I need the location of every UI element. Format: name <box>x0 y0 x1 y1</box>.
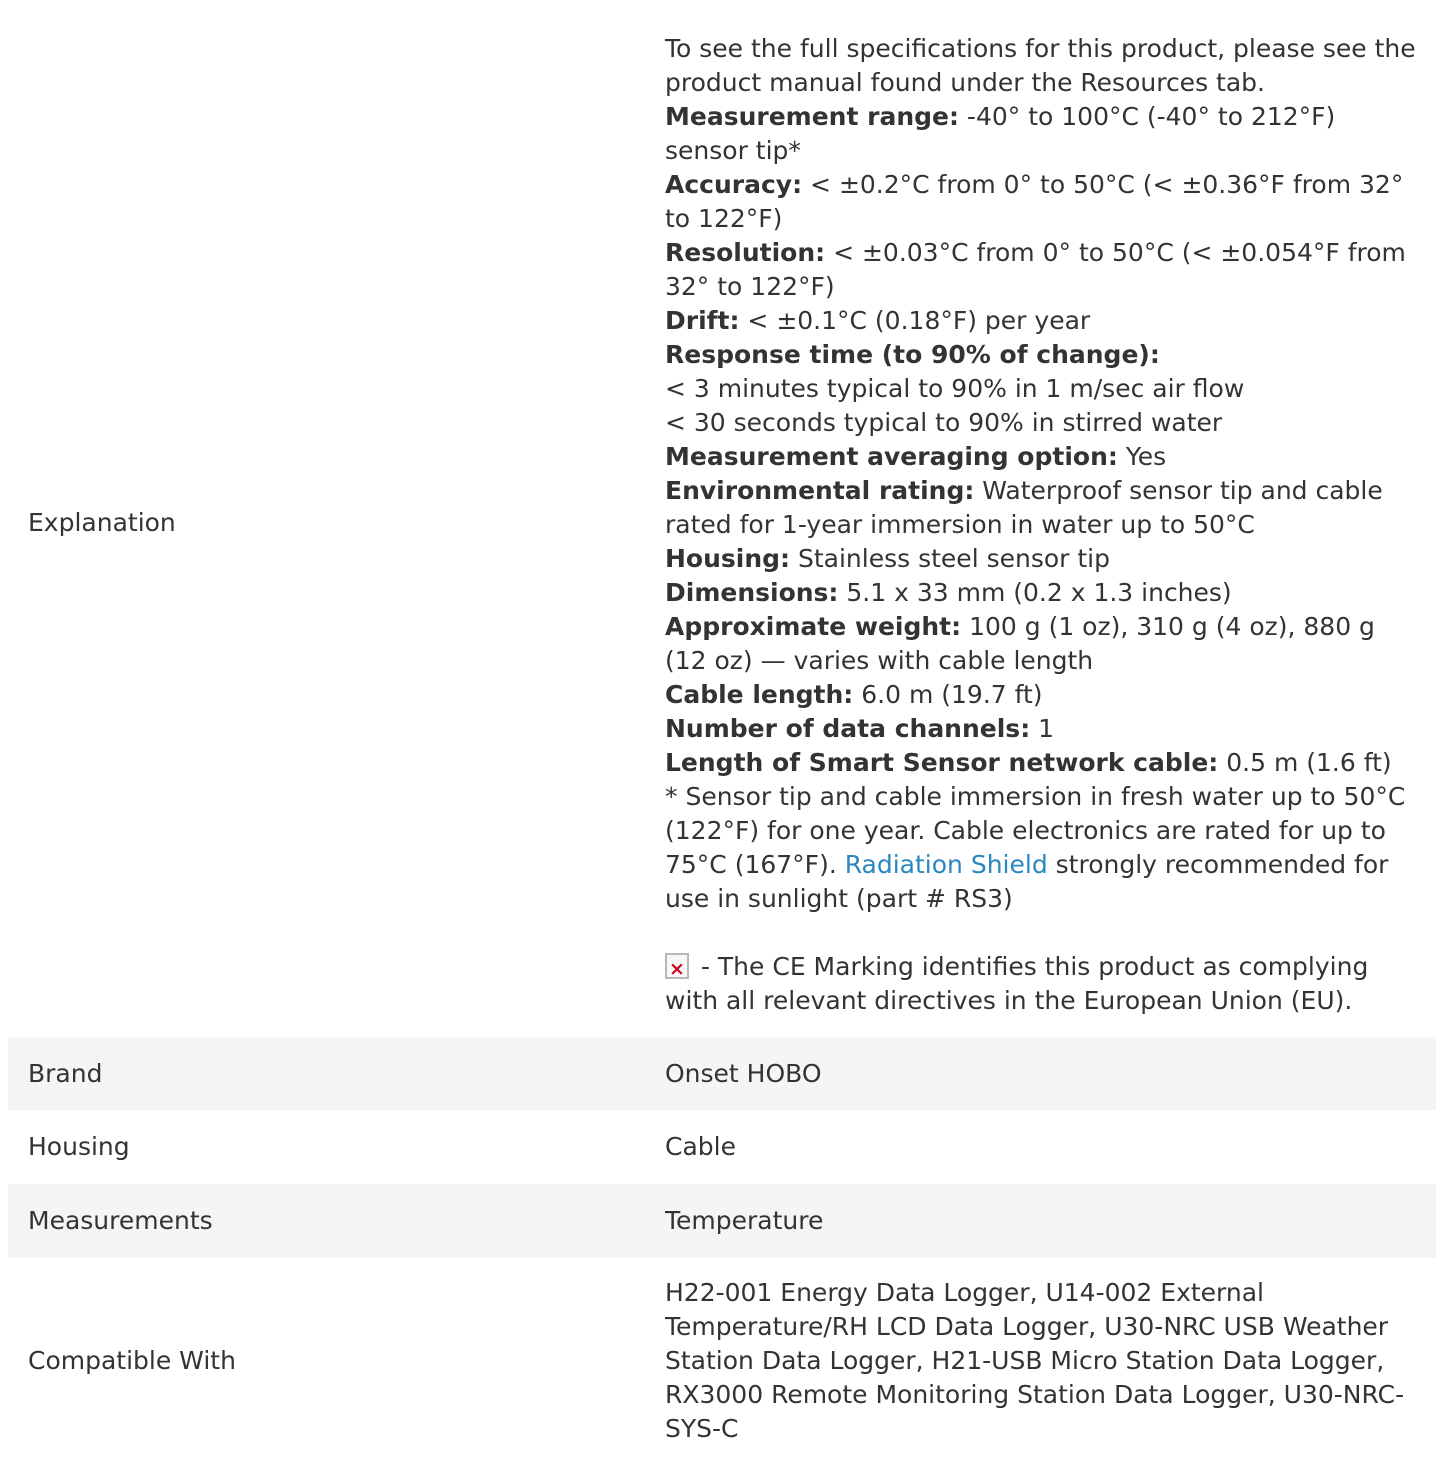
spec-measurement-range: Measurement range: -40° to 100°C (-40° t… <box>665 100 1416 168</box>
row-value: Cable <box>665 1132 736 1161</box>
spec-value: 1 <box>1030 714 1055 743</box>
radiation-shield-link[interactable]: Radiation Shield <box>845 850 1048 879</box>
spec-resolution: Resolution: < ±0.03°C from 0° to 50°C (<… <box>665 236 1416 304</box>
spec-label: Measurement averaging option: <box>665 442 1118 471</box>
spec-label: Accuracy: <box>665 170 803 199</box>
spec-label: Approximate weight: <box>665 612 962 641</box>
row-label: Compatible With <box>28 1346 236 1375</box>
spec-label: Housing: <box>665 544 791 573</box>
spec-housing: Housing: Stainless steel sensor tip <box>665 542 1416 576</box>
explanation-value: To see the full specifications for this … <box>665 8 1436 1037</box>
row-label: Measurements <box>28 1206 213 1235</box>
row-value: Onset HOBO <box>665 1058 822 1088</box>
spec-value: 0.5 m (1.6 ft) <box>1218 748 1392 777</box>
spec-label: Number of data channels: <box>665 714 1031 743</box>
row-value: Temperature <box>665 1206 824 1235</box>
spec-value: < ±0.1°C (0.18°F) per year <box>739 306 1091 335</box>
spec-label: Measurement range: <box>665 102 959 131</box>
spec-row-measurements: Measurements Temperature <box>8 1184 1436 1258</box>
spec-row-brand: Brand Onset HOBO <box>8 1037 1436 1110</box>
spec-network-cable: Length of Smart Sensor network cable: 0.… <box>665 746 1416 780</box>
spec-accuracy: Accuracy: < ±0.2°C from 0° to 50°C (< ±0… <box>665 168 1416 236</box>
spec-label: Drift: <box>665 306 740 335</box>
row-label: Explanation <box>28 507 176 537</box>
spec-row-explanation: Explanation To see the full specificatio… <box>8 8 1436 1037</box>
spec-cable-length: Cable length: 6.0 m (19.7 ft) <box>665 678 1416 712</box>
spec-weight: Approximate weight: 100 g (1 oz), 310 g … <box>665 610 1416 678</box>
spec-value: Stainless steel sensor tip <box>790 544 1110 573</box>
spec-response-time: Response time (to 90% of change): <box>665 338 1416 372</box>
spec-value: 6.0 m (19.7 ft) <box>853 680 1043 709</box>
ce-marking-note: - The CE Marking identifies this product… <box>665 950 1416 1018</box>
response-time-air: < 3 minutes typical to 90% in 1 m/sec ai… <box>665 374 1245 403</box>
spec-label: Dimensions: <box>665 578 839 607</box>
spec-label: Environmental rating: <box>665 476 975 505</box>
row-label: Brand <box>28 1058 103 1088</box>
ce-marking-text: - The CE Marking identifies this product… <box>665 952 1369 1015</box>
spec-drift: Drift: < ±0.1°C (0.18°F) per year <box>665 304 1416 338</box>
specifications-table: Explanation To see the full specificatio… <box>8 8 1436 1464</box>
spec-row-housing: Housing Cable <box>8 1110 1436 1184</box>
spec-label: Response time (to 90% of change): <box>665 340 1160 369</box>
spec-dimensions: Dimensions: 5.1 x 33 mm (0.2 x 1.3 inche… <box>665 576 1416 610</box>
spec-label: Resolution: <box>665 238 826 267</box>
broken-image-icon <box>665 952 689 986</box>
row-label: Housing <box>28 1132 130 1161</box>
response-time-water: < 30 seconds typical to 90% in stirred w… <box>665 408 1223 437</box>
spec-label: Length of Smart Sensor network cable: <box>665 748 1219 777</box>
spec-value: 5.1 x 33 mm (0.2 x 1.3 inches) <box>838 578 1232 607</box>
footnote: * Sensor tip and cable immersion in fres… <box>665 780 1416 916</box>
spec-value: Yes <box>1117 442 1167 471</box>
spec-environmental-rating: Environmental rating: Waterproof sensor … <box>665 474 1416 542</box>
intro-text: To see the full specifications for this … <box>665 34 1416 97</box>
spec-row-compatible-with: Compatible With H22-001 Energy Data Logg… <box>8 1258 1436 1464</box>
row-value: H22-001 Energy Data Logger, U14-002 Exte… <box>665 1278 1405 1443</box>
spec-data-channels: Number of data channels: 1 <box>665 712 1416 746</box>
spec-label: Cable length: <box>665 680 854 709</box>
spec-averaging: Measurement averaging option: Yes <box>665 440 1416 474</box>
